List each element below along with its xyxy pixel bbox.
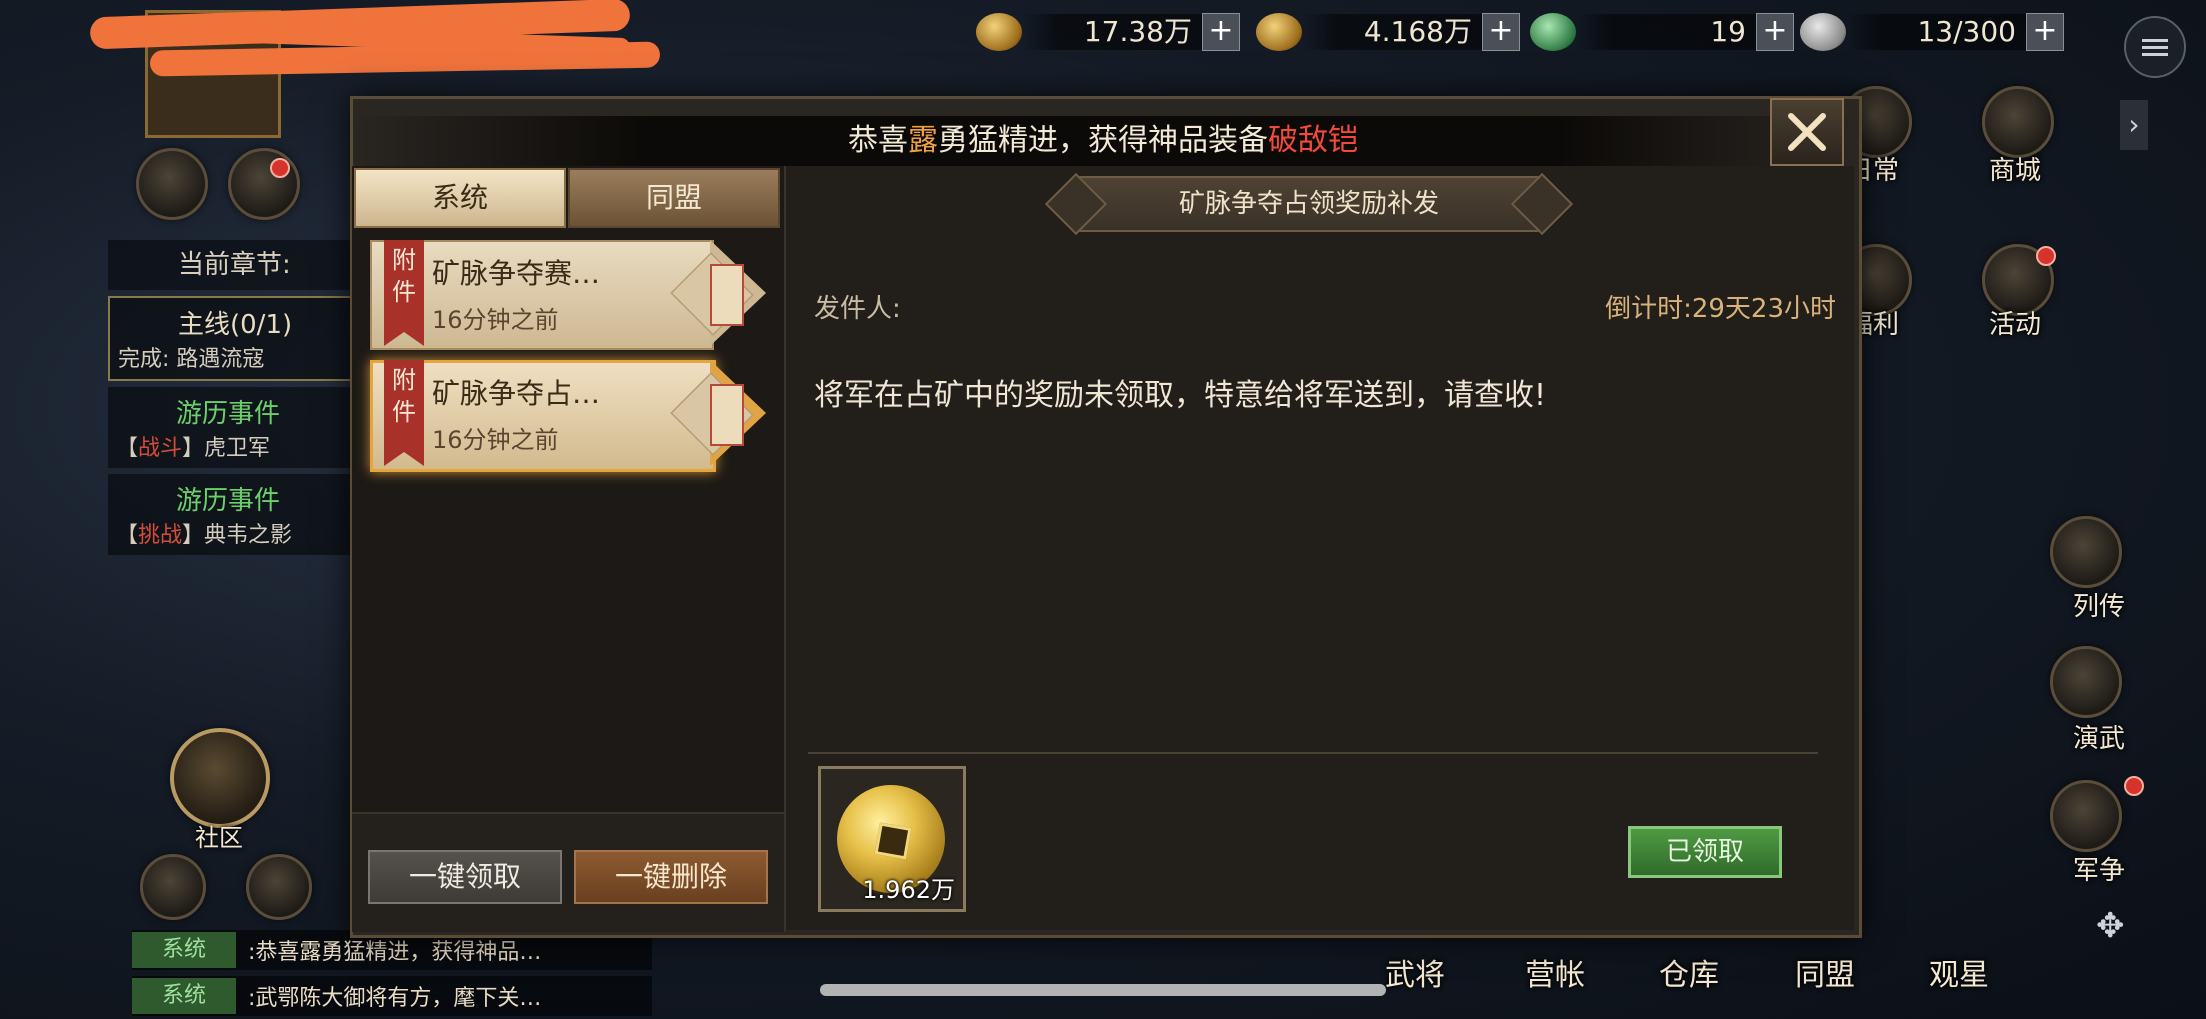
resource-copper: 17.38万 +: [976, 12, 1240, 52]
resource-value: 13/300: [1846, 14, 2026, 50]
tab-system[interactable]: 系统: [354, 168, 566, 228]
shop-label: 商城: [1988, 156, 2041, 186]
notification-dot: [2036, 246, 2056, 266]
reward-item[interactable]: 1.962万: [818, 766, 966, 912]
expand-menu-arrow-icon[interactable]: ›: [2120, 100, 2148, 150]
banner-prefix: 恭喜: [848, 123, 908, 158]
quest-title: 游历事件: [176, 486, 281, 516]
reward-quantity: 1.962万: [862, 876, 955, 904]
chapter-header: 当前章节:: [108, 240, 358, 290]
resource-value: 4.168万: [1302, 14, 1482, 50]
mail-list-item[interactable]: 附件 矿脉争夺赛… 16分钟之前: [370, 240, 790, 350]
menu-icon: [2142, 35, 2168, 60]
banner-middle: 勇猛精进，获得神品装备: [938, 123, 1268, 158]
quest-sub: 【战斗】虎卫军: [116, 436, 271, 461]
quest-title: 主线(0/1): [178, 310, 293, 340]
close-icon: [1788, 113, 1826, 151]
community-icon[interactable]: [170, 728, 270, 828]
mail-item-time: 16分钟之前: [432, 306, 559, 334]
coin-hole: [874, 822, 912, 860]
mail-list-item-selected[interactable]: 附件 矿脉争夺占… 16分钟之前: [370, 360, 790, 472]
crossed-swords-icon[interactable]: [2050, 646, 2122, 718]
shop-icon[interactable]: [1982, 86, 2054, 158]
chat-row[interactable]: 系统 :武鄂陈大御将有方，麾下关…: [132, 976, 652, 1016]
chat-channel-badge: 系统: [132, 978, 236, 1014]
main-menu-button[interactable]: [2124, 16, 2186, 78]
notification-dot: [2124, 776, 2144, 796]
banner-item-name: 破敌铠: [1268, 123, 1358, 158]
main-quest[interactable]: 主线(0/1) 完成: 路遇流寇: [108, 296, 358, 381]
quest-panel: 当前章节: 主线(0/1) 完成: 路遇流寇 游历事件 【战斗】虎卫军 游历事件…: [108, 240, 358, 555]
mail-subject: 矿脉争夺占领奖励补发: [1074, 176, 1544, 232]
move-arrows-icon[interactable]: ✥: [2096, 906, 2125, 946]
resource-jade: 19 +: [1530, 12, 1794, 52]
chat-channel-badge: 系统: [132, 932, 236, 968]
delete-all-button[interactable]: 一键删除: [574, 850, 768, 904]
event-quest[interactable]: 游历事件 【挑战】典韦之影: [108, 474, 358, 555]
mail-countdown: 倒计时:29天23小时: [1605, 294, 1836, 324]
attachment-ribbon: 附件: [384, 360, 424, 466]
mail-message: 将军在占矿中的奖励未领取，特意给将军送到，请查收!: [814, 378, 1547, 413]
add-copper-button[interactable]: +: [1202, 13, 1240, 51]
nav-alliance[interactable]: 同盟: [1770, 950, 1880, 994]
home-indicator[interactable]: [820, 984, 1386, 996]
shrine-icon[interactable]: [228, 148, 300, 220]
calendar-icon[interactable]: [136, 148, 208, 220]
nav-stargaze[interactable]: 观星: [1904, 950, 2014, 994]
friends-icon[interactable]: [246, 854, 312, 920]
resource-gold: 4.168万 +: [1256, 12, 1520, 52]
gold-coin-icon: [1256, 13, 1302, 51]
quest-title: 游历事件: [176, 399, 281, 429]
mail-item-time: 16分钟之前: [432, 426, 559, 454]
banner-player-name: 露: [908, 123, 938, 158]
add-stone-button[interactable]: +: [2026, 13, 2064, 51]
notification-dot: [270, 158, 290, 178]
nav-warehouse[interactable]: 仓库: [1634, 950, 1744, 994]
mail-item-title: 矿脉争夺占…: [432, 377, 601, 410]
quest-tag: 挑战: [138, 523, 183, 548]
biography-scroll-icon[interactable]: [2050, 516, 2122, 588]
resource-value: 17.38万: [1022, 14, 1202, 50]
claimed-button[interactable]: 已领取: [1628, 826, 1782, 878]
jade-icon: [1530, 13, 1576, 51]
claim-all-button[interactable]: 一键领取: [368, 850, 562, 904]
mail-sender: 发件人:: [814, 294, 901, 324]
tab-alliance[interactable]: 同盟: [568, 168, 780, 228]
chat-text: :恭喜露勇猛精进，获得神品…: [248, 940, 542, 965]
mail-item-title: 矿脉争夺赛…: [432, 257, 601, 290]
quest-sub: 【挑战】典韦之影: [116, 523, 293, 548]
nav-camp[interactable]: 营帐: [1500, 950, 1610, 994]
war-banner-icon[interactable]: [2050, 780, 2122, 852]
quest-name: 虎卫军: [204, 436, 271, 461]
copper-coins-icon: [976, 13, 1022, 51]
resource-value: 19: [1576, 14, 1756, 50]
drill-label: 演武: [2072, 724, 2125, 754]
quest-sub: 完成: 路遇流寇: [118, 347, 265, 372]
attachment-divider: [808, 752, 1818, 754]
add-gold-button[interactable]: +: [1482, 13, 1520, 51]
attachment-ribbon: 附件: [384, 240, 424, 346]
mail-seal-mark: [710, 264, 744, 326]
mail-seal-mark: [710, 384, 744, 446]
community-label: 社区: [195, 824, 243, 852]
chapter-header-label: 当前章节:: [178, 250, 291, 280]
close-button[interactable]: [1770, 98, 1844, 166]
events-label: 活动: [1988, 310, 2041, 340]
war-label: 军争: [2072, 856, 2125, 886]
event-quest[interactable]: 游历事件 【战斗】虎卫军: [108, 387, 358, 468]
announcement-banner: 恭喜露勇猛精进，获得神品装备破敌铠: [350, 116, 1856, 166]
stone-icon: [1800, 13, 1846, 51]
add-jade-button[interactable]: +: [1756, 13, 1794, 51]
quest-tag: 战斗: [138, 436, 183, 461]
mail-envelope-icon[interactable]: [140, 854, 206, 920]
quest-name: 典韦之影: [204, 523, 293, 548]
biography-label: 列传: [2072, 592, 2125, 622]
chat-text: :武鄂陈大御将有方，麾下关…: [248, 986, 542, 1011]
resource-stone: 13/300 +: [1800, 12, 2064, 52]
